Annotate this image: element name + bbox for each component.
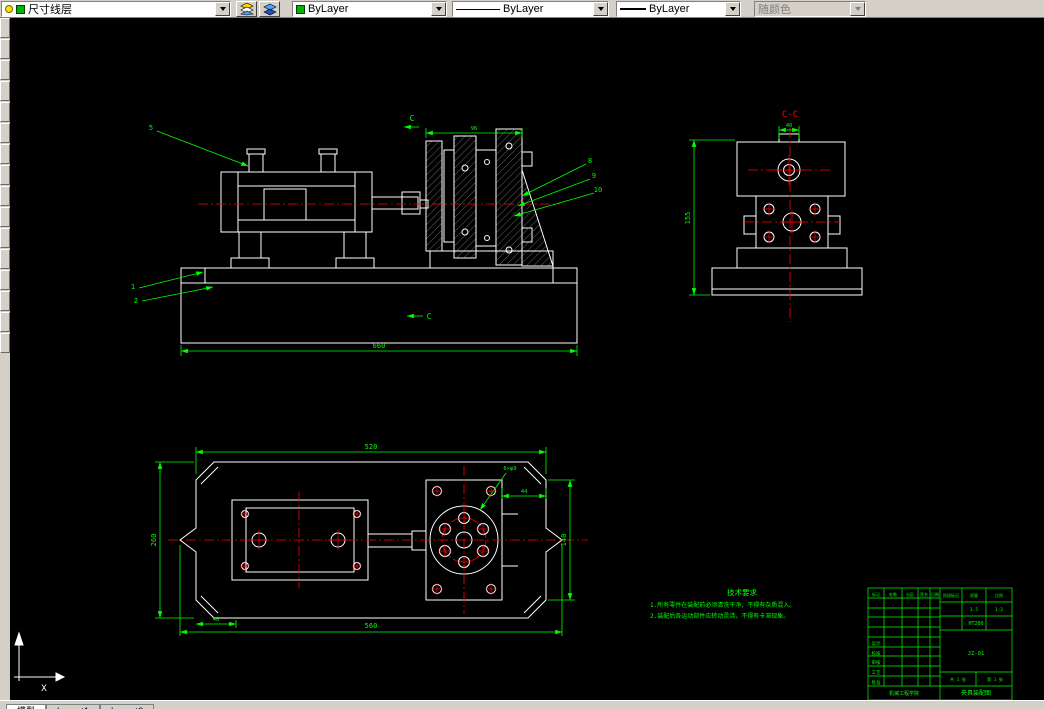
lineweight-sample-icon [620, 8, 646, 10]
left-toolbar-button[interactable] [0, 312, 10, 332]
draw-toolbar [0, 18, 10, 700]
left-toolbar-button[interactable] [0, 102, 10, 122]
cad-text: 审核 [872, 659, 881, 666]
cad-text: 3.5 [970, 607, 978, 613]
layout-tab-0[interactable]: 模型 [6, 704, 47, 709]
cad-text: 签名 [920, 591, 928, 597]
cad-text: 日期 [931, 591, 939, 597]
cad-text: 分区 [906, 591, 914, 597]
dim-base-length: 660 [373, 342, 386, 350]
title-block [867, 587, 1013, 700]
front-view [138, 124, 595, 356]
balloon-9: 9 [592, 172, 596, 180]
cad-text: 阶段标记 [943, 592, 959, 598]
cad-text: 设计 [872, 640, 881, 647]
tech-req-line-1: 1.所有零件在装配前必须清洗干净，不得有杂质混入。 [650, 601, 795, 609]
cad-text: 比例 [995, 592, 1003, 598]
left-toolbar-button[interactable] [0, 165, 10, 185]
cad-drawing[interactable]: 5 1 2 89 10 C C 660 96 C-C 155 40 520 260 560 40 140 44 6×… [0, 18, 1044, 700]
cad-text: 第 1 张 [987, 676, 1004, 683]
cad-text: 夹具装配图 [961, 689, 991, 697]
lineweight-combo-value: ByLayer [649, 3, 690, 15]
left-toolbar-button[interactable] [0, 18, 10, 38]
chevron-down-icon[interactable] [725, 2, 740, 16]
left-toolbar-button[interactable] [0, 249, 10, 269]
cad-text: 批准 [872, 679, 881, 686]
left-toolbar-button[interactable] [0, 291, 10, 311]
cad-text: JZ-01 [968, 651, 985, 657]
chevron-down-icon[interactable] [215, 2, 230, 16]
dim-plan-bottom-short: 40 [213, 617, 220, 623]
layer-previous-button[interactable] [259, 1, 280, 17]
ucs-icon [14, 631, 66, 682]
plotstyle-combo-value: 随颜色 [758, 4, 791, 16]
dim-fixture-width: 96 [471, 126, 478, 132]
color-combo[interactable]: ByLayer [292, 1, 447, 17]
cad-text: 校核 [872, 650, 881, 657]
left-toolbar-button[interactable] [0, 81, 10, 101]
plan-view [155, 447, 588, 636]
bolt-hole-callout: 6×φ9 [503, 466, 516, 472]
left-toolbar-button[interactable] [0, 186, 10, 206]
dim-plan-left: 260 [150, 534, 158, 547]
layers-icon [239, 2, 254, 16]
chevron-down-icon[interactable] [593, 2, 608, 16]
cad-text: HT200 [968, 621, 983, 627]
dim-section-top: 40 [786, 123, 793, 129]
color-swatch-icon [296, 4, 305, 14]
balloon-5: 5 [149, 124, 153, 132]
section-title: C-C [782, 110, 798, 120]
cad-text: 标记 [872, 591, 880, 597]
tech-requirements-title: 技术要求 [727, 587, 757, 597]
lineweight-combo[interactable]: ByLayer [616, 1, 741, 17]
layout-tab-1[interactable]: Layout1 [46, 704, 101, 709]
object-properties-toolbar: 尺寸线层 ByLayer ByLayer ByLayer 随颜色 [0, 0, 1044, 18]
cad-text: 1:2 [995, 607, 1003, 613]
dim-plan-right: 140 [560, 534, 568, 547]
dim-section-height: 155 [684, 212, 692, 225]
cad-text: 工艺 [872, 670, 881, 676]
layout-tab-2[interactable]: Layout2 [100, 704, 155, 709]
linetype-combo[interactable]: ByLayer [452, 1, 609, 17]
left-toolbar-button[interactable] [0, 270, 10, 290]
section-mark-top: C [410, 114, 415, 123]
left-toolbar-button[interactable] [0, 123, 10, 143]
left-toolbar-button[interactable] [0, 333, 10, 353]
left-toolbar-button[interactable] [0, 207, 10, 227]
dim-plan-top: 520 [365, 443, 378, 451]
tech-req-line-2: 2.装配后各运动部件应转动灵活，不得有卡滞现象。 [650, 612, 789, 620]
linetype-combo-value: ByLayer [503, 3, 544, 15]
left-toolbar-button[interactable] [0, 60, 10, 80]
layout-tabs-bar: 模型Layout1Layout2 [0, 700, 1044, 709]
cad-text: 质量 [970, 592, 978, 598]
autocad-window: 尺寸线层 ByLayer ByLayer ByLayer 随颜色 5 1 2 8… [0, 0, 1044, 709]
balloon-8: 8 [588, 157, 592, 165]
plotstyle-combo: 随颜色 [754, 1, 866, 17]
drawing-canvas[interactable]: 5 1 2 8 9 10 C C 660 96 C-C 155 40 520 260 560 40 140 44 6×… [0, 18, 1044, 700]
dim-flange: 44 [521, 489, 528, 495]
chevron-down-icon [850, 2, 865, 16]
linetype-sample-icon [456, 8, 500, 10]
make-object-layer-current-button[interactable] [236, 1, 257, 17]
cad-text: 机械工程学院 [889, 690, 919, 697]
section-mark-bottom: C [427, 312, 432, 321]
left-toolbar-button[interactable] [0, 39, 10, 59]
layer-on-icon [5, 5, 13, 13]
chevron-down-icon[interactable] [431, 2, 446, 16]
ucs-x-label: X [41, 684, 47, 694]
color-combo-value: ByLayer [308, 3, 349, 15]
layer-combo-value: 尺寸线层 [28, 4, 72, 16]
cad-text: 处数 [889, 591, 897, 597]
section-view [689, 126, 863, 322]
left-toolbar-button[interactable] [0, 144, 10, 164]
balloon-1: 1 [131, 283, 135, 291]
cad-text: 共 1 张 [950, 676, 967, 683]
layer-combo[interactable]: 尺寸线层 [1, 1, 231, 17]
layer-color-icon [16, 4, 25, 14]
balloon-10: 10 [594, 186, 602, 194]
balloon-2: 2 [134, 297, 138, 305]
layer-stack-icon [262, 3, 277, 16]
dim-plan-bottom: 560 [365, 622, 378, 630]
left-toolbar-button[interactable] [0, 228, 10, 248]
